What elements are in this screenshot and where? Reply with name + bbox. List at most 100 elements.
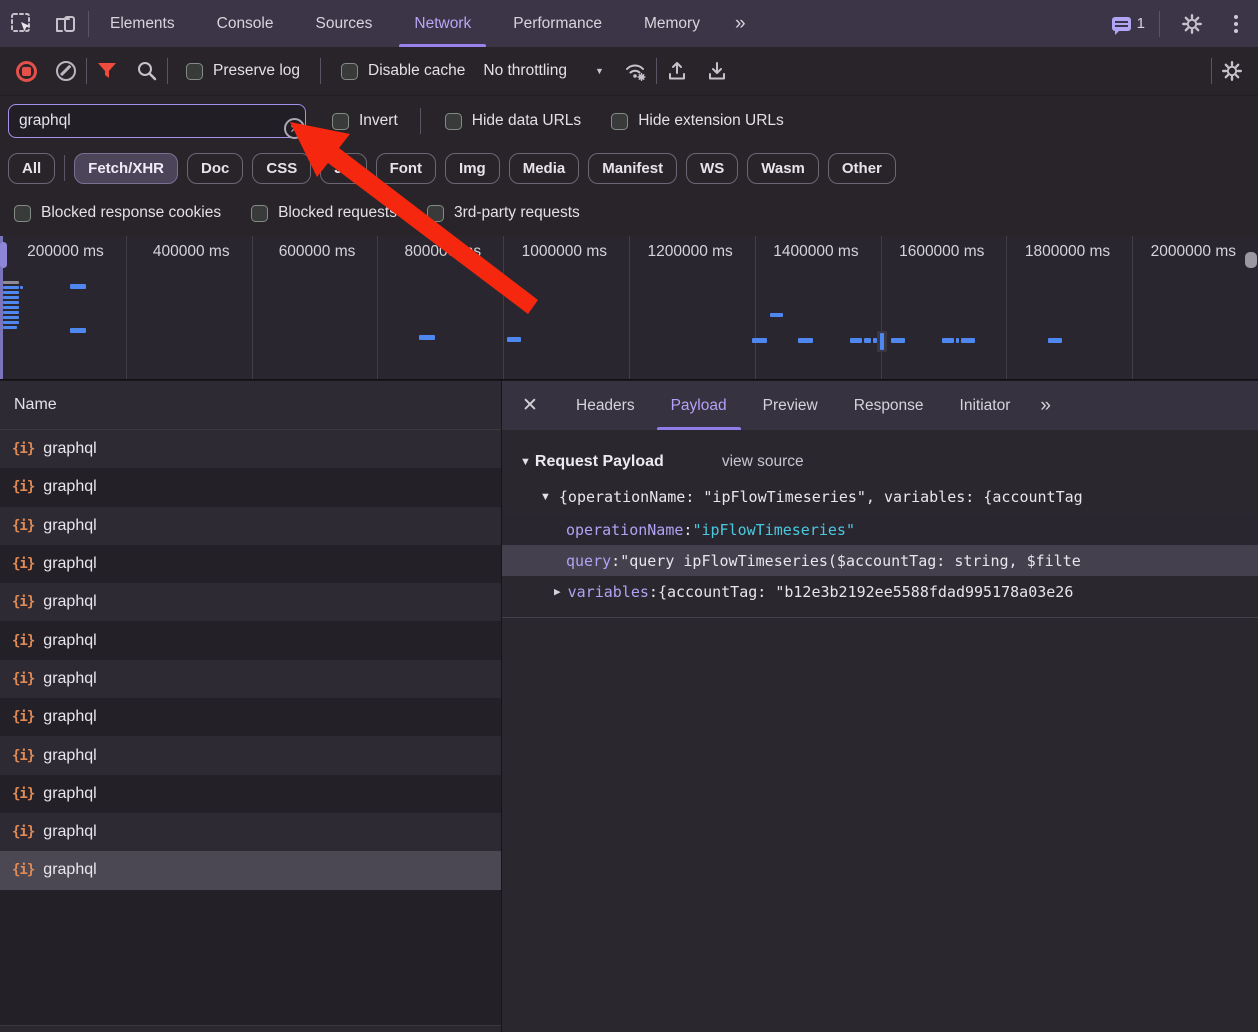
close-icon[interactable]: ✕ xyxy=(502,381,558,430)
request-row[interactable]: {i}graphql xyxy=(0,507,501,545)
request-name: graphql xyxy=(43,555,96,573)
type-filter-fetch-xhr[interactable]: Fetch/XHR xyxy=(74,153,178,184)
type-filter-img[interactable]: Img xyxy=(445,153,500,184)
third-party-checkbox[interactable] xyxy=(427,205,444,222)
payload-section: ▼ Request Payload view source ▼ {operati… xyxy=(502,430,1258,618)
tab-memory[interactable]: Memory xyxy=(623,0,721,47)
request-row[interactable]: {i}graphql xyxy=(0,775,501,813)
invert-checkbox-group[interactable]: Invert xyxy=(332,112,398,130)
fetch-xhr-icon: {i} xyxy=(12,556,34,572)
blocked-requests-group[interactable]: Blocked requests xyxy=(251,204,397,222)
request-row[interactable]: {i}graphql xyxy=(0,660,501,698)
blocked-requests-label: Blocked requests xyxy=(278,204,397,222)
clear-filter-icon[interactable]: ✕ xyxy=(284,118,305,139)
name-column-label: Name xyxy=(14,396,57,414)
disable-cache-checkbox[interactable] xyxy=(341,63,358,80)
inspect-element-icon[interactable] xyxy=(0,0,44,47)
type-filter-media[interactable]: Media xyxy=(509,153,580,184)
export-har-icon[interactable] xyxy=(697,51,737,91)
collapse-triangle-icon[interactable]: ▼ xyxy=(540,491,551,503)
tab-network[interactable]: Network xyxy=(393,0,492,47)
invert-checkbox[interactable] xyxy=(332,113,349,130)
type-filter-manifest[interactable]: Manifest xyxy=(588,153,677,184)
settings-gear-icon[interactable] xyxy=(1170,0,1214,47)
issues-counter[interactable]: 1 xyxy=(1108,15,1149,32)
request-row[interactable]: {i} graphql xyxy=(0,545,501,583)
view-source-link[interactable]: view source xyxy=(722,453,804,471)
request-row-selected[interactable]: {i}graphql xyxy=(0,851,501,889)
network-settings-gear-icon[interactable] xyxy=(1212,51,1252,91)
preserve-log-checkbox[interactable] xyxy=(186,63,203,80)
prop-key: variables xyxy=(568,583,649,601)
disable-cache-checkbox-group[interactable]: Disable cache xyxy=(341,62,465,80)
tab-elements[interactable]: Elements xyxy=(89,0,196,47)
request-row[interactable]: {i}graphql xyxy=(0,698,501,736)
request-row[interactable]: {i}graphql xyxy=(0,813,501,851)
request-row[interactable]: {i}graphql xyxy=(0,583,501,621)
type-filter-all[interactable]: All xyxy=(8,153,55,184)
expand-triangle-icon[interactable]: ▶ xyxy=(554,585,561,598)
type-filter-css[interactable]: CSS xyxy=(252,153,311,184)
request-row[interactable]: {i}graphql xyxy=(0,430,501,468)
disable-cache-label: Disable cache xyxy=(368,62,465,80)
menu-kebab-icon[interactable] xyxy=(1224,15,1248,33)
type-filter-doc[interactable]: Doc xyxy=(187,153,243,184)
request-payload-title: Request Payload xyxy=(535,453,664,471)
type-filter-wasm[interactable]: Wasm xyxy=(747,153,819,184)
preserve-log-checkbox-group[interactable]: Preserve log xyxy=(186,62,300,80)
filter-funnel-button[interactable] xyxy=(87,51,127,91)
payload-prop-operationName[interactable]: operationName: "ipFlowTimeseries" xyxy=(502,514,1258,545)
waterfall-bar xyxy=(3,286,19,289)
request-list-panel: Name {i}graphql {i}graphql {i}graphql {i… xyxy=(0,380,501,1032)
third-party-group[interactable]: 3rd-party requests xyxy=(427,204,580,222)
throttling-select[interactable]: No throttling ▼ xyxy=(483,62,604,80)
tab-console[interactable]: Console xyxy=(196,0,295,47)
network-conditions-icon[interactable] xyxy=(616,51,656,91)
type-filter-font[interactable]: Font xyxy=(376,153,436,184)
tab-initiator[interactable]: Initiator xyxy=(942,381,1029,430)
name-column-header[interactable]: Name xyxy=(0,381,501,430)
tab-sources[interactable]: Sources xyxy=(295,0,394,47)
more-detail-tabs-icon[interactable]: » xyxy=(1028,381,1061,430)
tab-response[interactable]: Response xyxy=(836,381,942,430)
hide-extension-urls-checkbox[interactable] xyxy=(611,113,628,130)
type-filter-js[interactable]: JS xyxy=(320,153,366,184)
search-icon[interactable] xyxy=(127,51,167,91)
blocked-cookies-checkbox[interactable] xyxy=(14,205,31,222)
issues-count: 1 xyxy=(1137,15,1145,32)
record-network-log-button[interactable] xyxy=(6,51,46,91)
tab-performance[interactable]: Performance xyxy=(492,0,623,47)
blocked-requests-checkbox[interactable] xyxy=(251,205,268,222)
fetch-xhr-icon: {i} xyxy=(12,479,34,495)
resource-type-filter-row: All Fetch/XHR Doc CSS JS Font Img Media … xyxy=(0,146,1258,190)
hide-extension-urls-group[interactable]: Hide extension URLs xyxy=(611,112,784,130)
type-filter-other[interactable]: Other xyxy=(828,153,896,184)
more-tabs-icon[interactable]: » xyxy=(721,0,758,47)
network-toolbar: Preserve log Disable cache No throttling… xyxy=(0,47,1258,96)
filter-row: ✕ Invert Hide data URLs Hide extension U… xyxy=(0,96,1258,146)
waterfall-bar xyxy=(770,313,783,317)
type-filter-ws[interactable]: WS xyxy=(686,153,738,184)
request-name: graphql xyxy=(43,670,96,688)
network-overview-timeline[interactable]: 200000 ms 400000 ms 600000 ms 800000 ms … xyxy=(0,236,1258,380)
hide-data-urls-checkbox[interactable] xyxy=(445,113,462,130)
tab-headers[interactable]: Headers xyxy=(558,381,653,430)
overview-left-grip[interactable] xyxy=(0,242,7,268)
payload-prop-variables[interactable]: ▶ variables: {accountTag: "b12e3b2192ee5… xyxy=(502,576,1258,607)
request-row[interactable]: {i}graphql xyxy=(0,468,501,506)
request-row[interactable]: {i}graphql xyxy=(0,621,501,659)
import-har-icon[interactable] xyxy=(657,51,697,91)
tab-payload[interactable]: Payload xyxy=(653,381,745,430)
device-toolbar-icon[interactable] xyxy=(44,0,88,47)
payload-root-node[interactable]: ▼ {operationName: "ipFlowTimeseries", va… xyxy=(502,480,1258,514)
clear-network-log-button[interactable] xyxy=(46,51,86,91)
overview-right-grip[interactable] xyxy=(1245,252,1257,268)
filter-input[interactable] xyxy=(8,104,306,138)
request-payload-header[interactable]: ▼ Request Payload view source xyxy=(502,444,1258,480)
tab-preview[interactable]: Preview xyxy=(745,381,836,430)
payload-prop-query[interactable]: query: "query ipFlowTimeseries($accountT… xyxy=(502,545,1258,576)
blocked-cookies-group[interactable]: Blocked response cookies xyxy=(14,204,221,222)
request-row[interactable]: {i}graphql xyxy=(0,736,501,774)
collapse-triangle-icon[interactable]: ▼ xyxy=(520,456,531,468)
hide-data-urls-group[interactable]: Hide data URLs xyxy=(445,112,581,130)
